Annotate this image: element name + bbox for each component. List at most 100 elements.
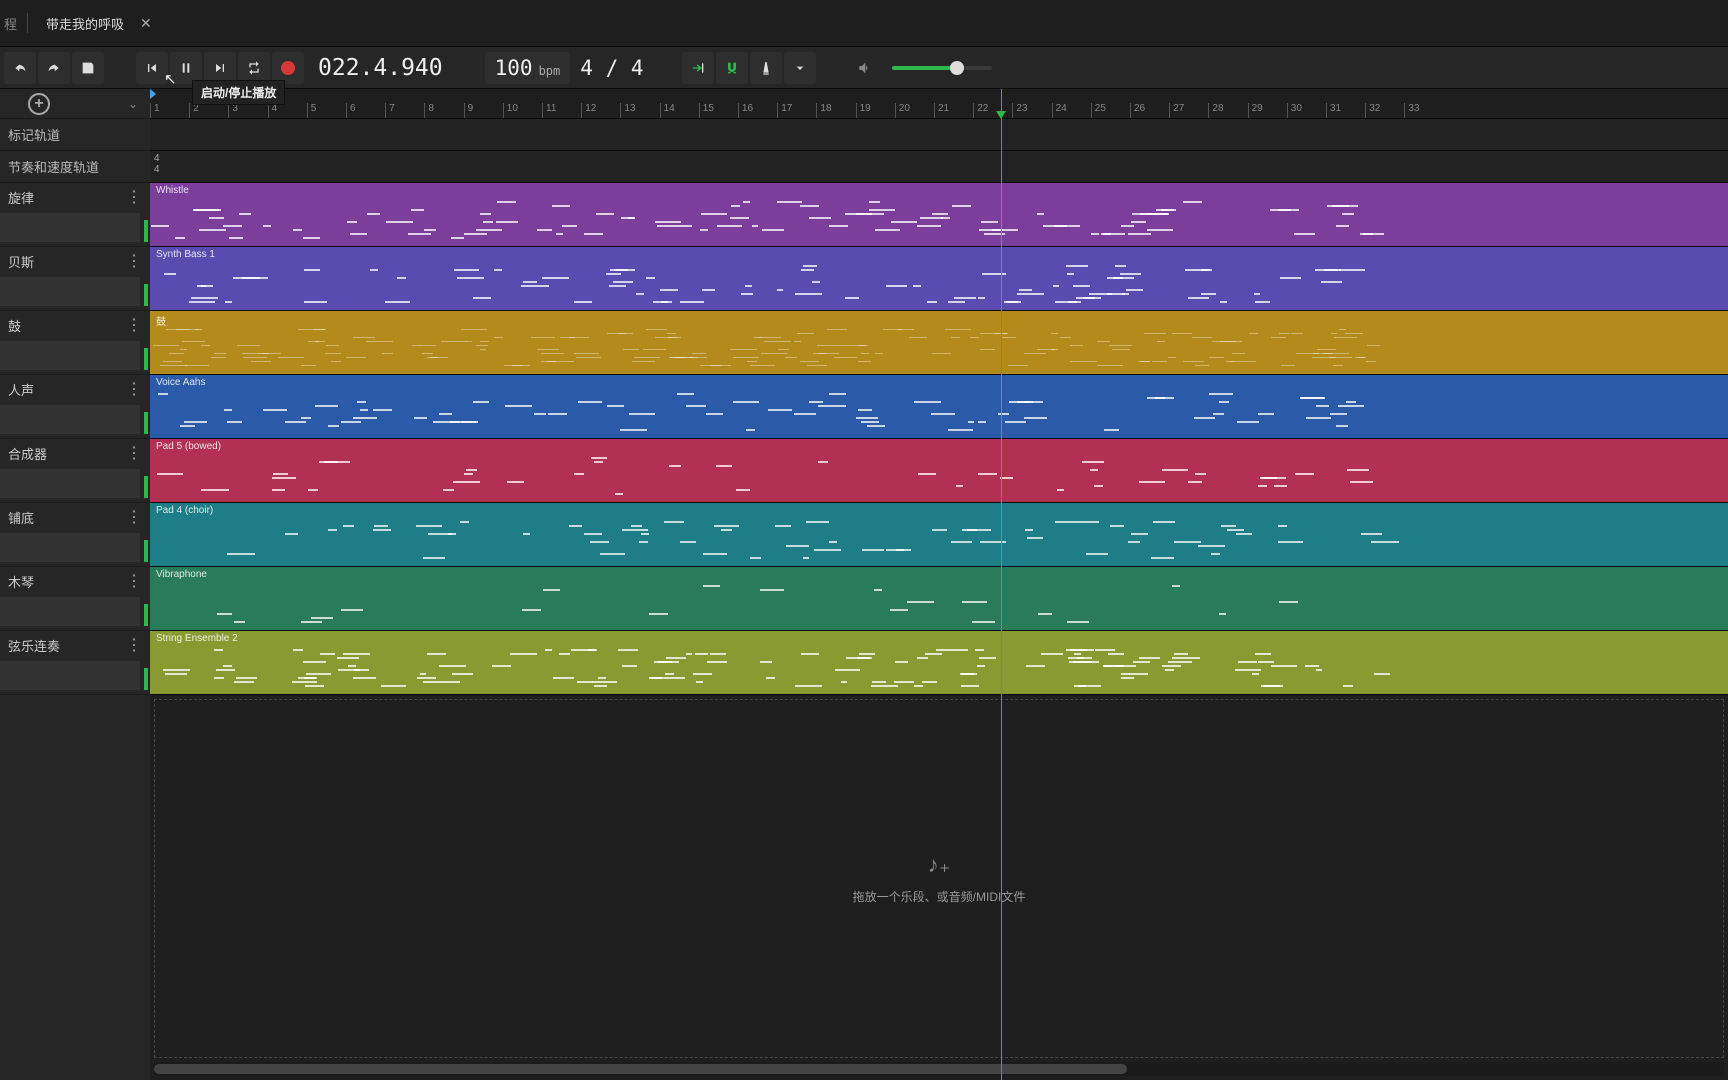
track-fader[interactable]	[0, 597, 140, 626]
track-menu-icon[interactable]: ⋮	[126, 187, 142, 207]
track-fader[interactable]	[0, 533, 140, 562]
track-meter	[144, 284, 148, 306]
record-icon	[281, 61, 295, 75]
track-header[interactable]: 合成器⋮	[0, 439, 150, 503]
tempo-lane[interactable]: 4 4	[150, 151, 1728, 183]
record-button[interactable]	[272, 52, 304, 84]
magnet-button[interactable]	[716, 52, 748, 84]
midi-clip[interactable]: Pad 5 (bowed)	[150, 439, 1728, 502]
horizontal-scrollbar[interactable]	[154, 1062, 1724, 1076]
position-display[interactable]: 022.4.940	[308, 55, 453, 81]
marker-track-header[interactable]: 标记轨道	[0, 119, 150, 151]
add-track-button[interactable]: +	[28, 93, 50, 115]
skip-start-button[interactable]	[136, 52, 168, 84]
volume-slider[interactable]	[892, 66, 992, 70]
skip-end-button[interactable]	[204, 52, 236, 84]
bar-tick: 26	[1130, 103, 1145, 119]
bar-tick: 28	[1208, 103, 1223, 119]
track-menu-icon[interactable]: ⋮	[126, 507, 142, 527]
midi-clip[interactable]: Voice Aahs	[150, 375, 1728, 438]
bar-tick: 20	[895, 103, 910, 119]
track-header[interactable]: 旋律⋮	[0, 183, 150, 247]
redo-button[interactable]	[38, 52, 70, 84]
snap-in-button[interactable]	[682, 52, 714, 84]
tab-bar: 程 带走我的呼吸 ✕	[0, 0, 1728, 47]
midi-clip[interactable]: Vibraphone	[150, 567, 1728, 630]
track-fader[interactable]	[0, 469, 140, 498]
track-lane[interactable]: Pad 5 (bowed)	[150, 439, 1728, 503]
track-name: 合成器	[8, 444, 126, 463]
track-lane[interactable]: Whistle	[150, 183, 1728, 247]
bar-tick: 29	[1248, 103, 1263, 119]
bar-tick: 16	[738, 103, 753, 119]
bar-tick: 11	[542, 103, 556, 119]
track-menu-icon[interactable]: ⋮	[126, 635, 142, 655]
track-meter	[144, 220, 148, 242]
track-fader[interactable]	[0, 341, 140, 370]
track-lane[interactable]: Voice Aahs	[150, 375, 1728, 439]
track-menu-icon[interactable]: ⋮	[126, 315, 142, 335]
track-menu-icon[interactable]: ⋮	[126, 251, 142, 271]
bar-tick: 23	[1012, 103, 1027, 119]
dropdown-button[interactable]	[784, 52, 816, 84]
midi-clip[interactable]: Synth Bass 1	[150, 247, 1728, 310]
track-header[interactable]: 鼓⋮	[0, 311, 150, 375]
bar-tick: 30	[1287, 103, 1302, 119]
track-lane[interactable]: Vibraphone	[150, 567, 1728, 631]
track-fader[interactable]	[0, 213, 140, 242]
bar-tick: 15	[699, 103, 714, 119]
bar-tick: 3	[228, 103, 238, 119]
metronome-button[interactable]	[750, 52, 782, 84]
play-pause-button[interactable]	[170, 52, 202, 84]
time-signature[interactable]: 4 / 4	[574, 56, 649, 80]
marker-lane[interactable]	[150, 119, 1728, 151]
bpm-label: bpm	[539, 64, 561, 78]
track-name: 鼓	[8, 316, 126, 335]
project-tab[interactable]: 带走我的呼吸 ✕	[38, 8, 160, 39]
track-header[interactable]: 铺底⋮	[0, 503, 150, 567]
bar-tick: 13	[620, 103, 635, 119]
track-fader[interactable]	[0, 277, 140, 306]
midi-clip[interactable]: 鼓	[150, 311, 1728, 374]
chevron-down-icon[interactable]: ⌄	[128, 97, 138, 111]
bar-tick: 25	[1091, 103, 1106, 119]
clip-label: Pad 4 (choir)	[156, 505, 1722, 516]
bar-tick: 6	[346, 103, 356, 119]
track-header[interactable]: 人声⋮	[0, 375, 150, 439]
bar-tick: 10	[503, 103, 518, 119]
start-marker-icon[interactable]	[150, 89, 156, 99]
track-header[interactable]: 木琴⋮	[0, 567, 150, 631]
scrollbar-thumb[interactable]	[154, 1064, 1127, 1074]
midi-clip[interactable]: Pad 4 (choir)	[150, 503, 1728, 566]
tempo-track-header[interactable]: 节奏和速度轨道	[0, 151, 150, 183]
close-tab-icon[interactable]: ✕	[140, 15, 152, 32]
volume-icon[interactable]	[848, 52, 880, 84]
track-lane[interactable]: Pad 4 (choir)	[150, 503, 1728, 567]
track-lane[interactable]: Synth Bass 1	[150, 247, 1728, 311]
track-lane[interactable]: String Ensemble 2	[150, 631, 1728, 695]
bar-tick: 17	[777, 103, 792, 119]
bpm-value: 100	[495, 56, 533, 80]
track-fader[interactable]	[0, 405, 140, 434]
bpm-box[interactable]: 100 bpm	[485, 52, 571, 84]
midi-clip[interactable]: String Ensemble 2	[150, 631, 1728, 694]
drop-zone[interactable]: ♪₊ 拖放一个乐段、或音频/MIDI文件	[154, 699, 1724, 1058]
track-header[interactable]: 贝斯⋮	[0, 247, 150, 311]
midi-clip[interactable]: Whistle	[150, 183, 1728, 246]
undo-button[interactable]	[4, 52, 36, 84]
bar-ruler[interactable]: 1234567891011121314151617181920212223242…	[150, 89, 1728, 119]
track-menu-icon[interactable]: ⋮	[126, 443, 142, 463]
track-fader[interactable]	[0, 661, 140, 690]
clip-label: Pad 5 (bowed)	[156, 441, 1722, 452]
track-menu-icon[interactable]: ⋮	[126, 571, 142, 591]
bar-tick: 14	[660, 103, 675, 119]
track-lane[interactable]: 鼓	[150, 311, 1728, 375]
bar-tick: 21	[934, 103, 949, 119]
play-tooltip: 启动/停止播放	[192, 80, 285, 105]
volume-thumb[interactable]	[950, 61, 964, 75]
loop-button[interactable]	[238, 52, 270, 84]
track-header[interactable]: 弦乐连奏⋮	[0, 631, 150, 695]
track-menu-icon[interactable]: ⋮	[126, 379, 142, 399]
save-button[interactable]	[72, 52, 104, 84]
bar-tick: 24	[1052, 103, 1067, 119]
